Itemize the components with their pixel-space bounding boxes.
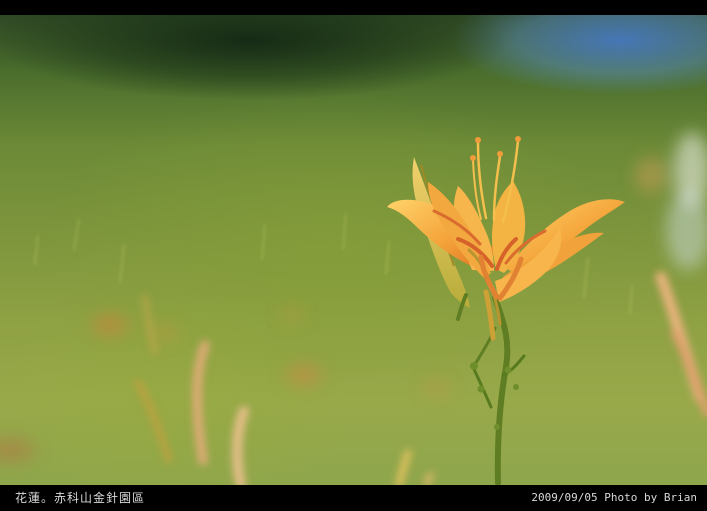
flower-stem	[470, 295, 526, 485]
main-daylily	[387, 136, 625, 485]
foreground-blurred-buds	[134, 271, 707, 485]
photo-scene	[0, 132, 707, 485]
background-bokeh	[0, 132, 707, 462]
photo-credit: 2009/09/05 Photo by Brian	[531, 491, 697, 504]
caption-bar: 花蓮。赤科山金針園區 2009/09/05 Photo by Brian	[0, 485, 707, 511]
daylily-photo	[0, 15, 707, 485]
location-caption: 花蓮。赤科山金針園區	[15, 491, 146, 505]
photo-frame: 花蓮。赤科山金針園區 2009/09/05 Photo by Brian	[0, 0, 707, 511]
flower-bloom	[387, 136, 625, 341]
